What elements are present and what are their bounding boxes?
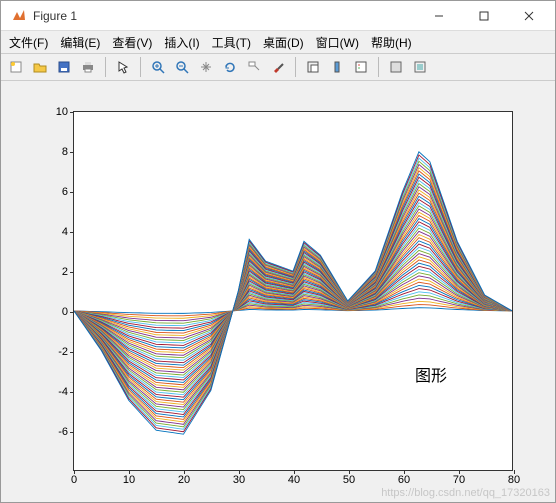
print-icon[interactable] xyxy=(77,56,99,78)
maximize-button[interactable] xyxy=(461,2,506,30)
matlab-logo-icon xyxy=(11,8,27,24)
data-cursor-icon[interactable] xyxy=(243,56,265,78)
chart-lines xyxy=(74,112,512,470)
open-icon[interactable] xyxy=(29,56,51,78)
plot-area: 图形 -6-4-2024681001020304050607080 xyxy=(1,81,555,502)
menu-window[interactable]: 窗口(W) xyxy=(312,32,363,53)
menu-edit[interactable]: 编辑(E) xyxy=(56,32,104,53)
menu-help[interactable]: 帮助(H) xyxy=(367,32,416,53)
pointer-icon[interactable] xyxy=(112,56,134,78)
save-icon[interactable] xyxy=(53,56,75,78)
show-plot-tools-icon[interactable] xyxy=(409,56,431,78)
zoom-in-icon[interactable] xyxy=(147,56,169,78)
menubar: 文件(F) 编辑(E) 查看(V) 插入(I) 工具(T) 桌面(D) 窗口(W… xyxy=(1,31,555,53)
menu-tools[interactable]: 工具(T) xyxy=(208,32,255,53)
legend-icon[interactable] xyxy=(350,56,372,78)
separator xyxy=(140,57,141,77)
titlebar: Figure 1 xyxy=(1,1,555,31)
separator xyxy=(105,57,106,77)
chart-annotation: 图形 xyxy=(415,362,447,386)
new-figure-icon[interactable] xyxy=(5,56,27,78)
menu-view[interactable]: 查看(V) xyxy=(108,32,156,53)
menu-insert[interactable]: 插入(I) xyxy=(160,32,203,53)
menu-desktop[interactable]: 桌面(D) xyxy=(259,32,308,53)
brush-icon[interactable] xyxy=(267,56,289,78)
rotate-icon[interactable] xyxy=(219,56,241,78)
zoom-out-icon[interactable] xyxy=(171,56,193,78)
figure-window: Figure 1 文件(F) 编辑(E) 查看(V) 插入(I) 工具(T) 桌… xyxy=(0,0,556,503)
window-title: Figure 1 xyxy=(33,9,416,23)
close-button[interactable] xyxy=(506,2,551,30)
toolbar xyxy=(1,53,555,81)
menu-file[interactable]: 文件(F) xyxy=(5,32,52,53)
axes[interactable]: 图形 -6-4-2024681001020304050607080 xyxy=(73,111,513,471)
separator xyxy=(378,57,379,77)
link-icon[interactable] xyxy=(302,56,324,78)
minimize-button[interactable] xyxy=(416,2,461,30)
colorbar-icon[interactable] xyxy=(326,56,348,78)
pan-icon[interactable] xyxy=(195,56,217,78)
hide-plot-tools-icon[interactable] xyxy=(385,56,407,78)
separator xyxy=(295,57,296,77)
